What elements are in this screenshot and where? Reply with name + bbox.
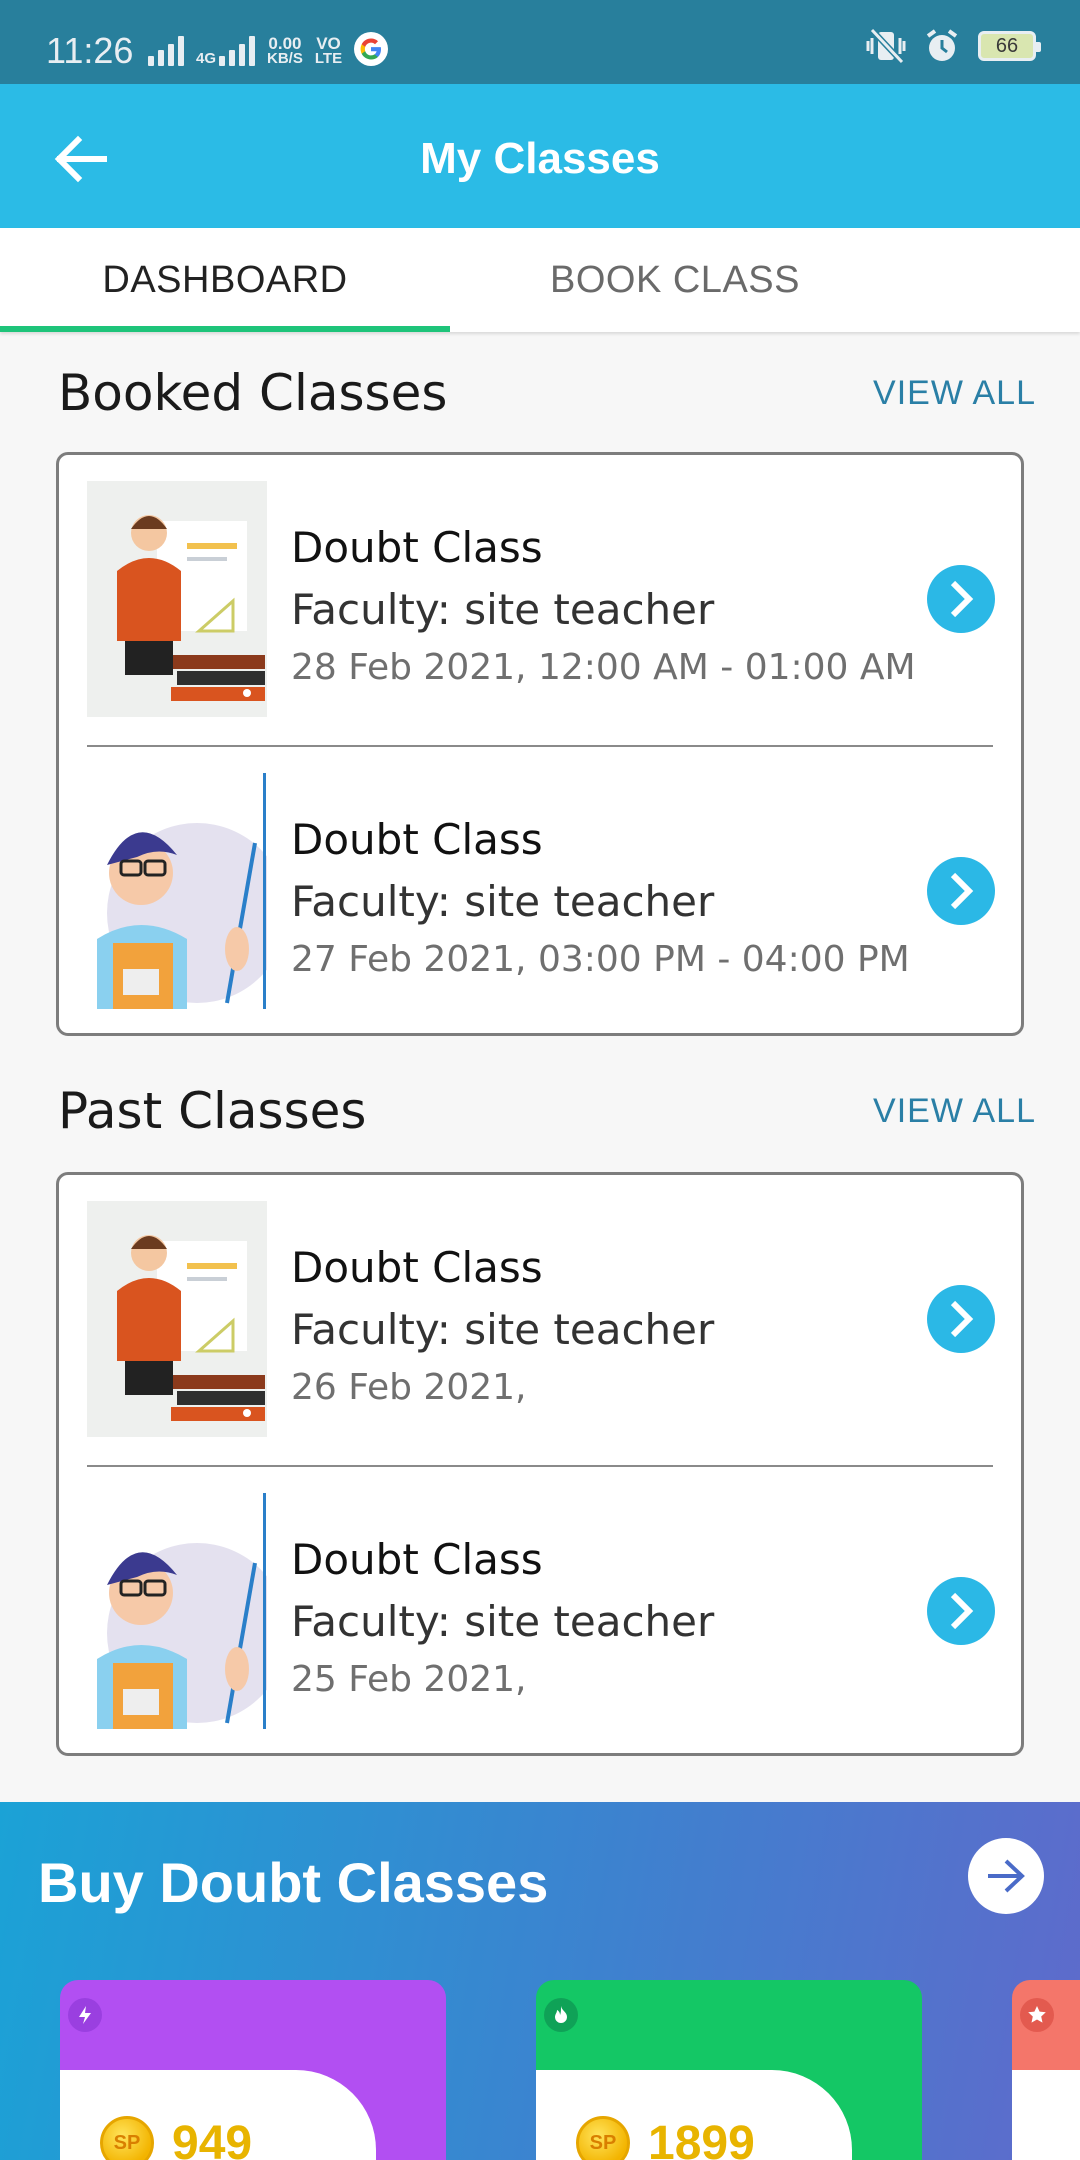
chevron-right-icon	[950, 872, 974, 910]
google-icon	[354, 32, 389, 66]
package-price: 949	[172, 2117, 253, 2160]
signal-4g-icon: 4G	[196, 34, 256, 67]
tab-dashboard[interactable]: DASHBOARD	[0, 228, 450, 332]
battery-level: 66	[995, 34, 1019, 57]
class-date: 28 Feb 2021, 12:00 AM - 01:00 AM	[291, 647, 916, 688]
battery-icon: 66	[978, 31, 1041, 61]
open-class-button[interactable]	[927, 1577, 995, 1645]
net-speed-unit: KB/S	[267, 50, 303, 67]
class-title: Doubt Class	[291, 1243, 543, 1292]
coin-label: SP	[589, 2131, 617, 2154]
teacher-pointer-illustration	[87, 773, 267, 1009]
class-row[interactable]: Doubt Class Faculty: site teacher 26 Feb…	[59, 1175, 1021, 1465]
lightning-icon	[68, 1998, 102, 2032]
class-row[interactable]: Doubt Class Faculty: site teacher 25 Feb…	[59, 1467, 1021, 1757]
teacher-board-illustration	[87, 1201, 267, 1437]
status-time: 11:26	[46, 30, 134, 71]
chevron-right-icon	[950, 1592, 974, 1630]
class-date: 26 Feb 2021,	[291, 1367, 527, 1408]
class-title: Doubt Class	[291, 523, 543, 572]
net-speed: 0.00 KB/S	[267, 34, 303, 67]
class-row[interactable]: Doubt Class Faculty: site teacher 28 Feb…	[59, 455, 1021, 745]
class-faculty: Faculty: site teacher	[291, 585, 715, 634]
promo-title: Buy Doubt Classes	[38, 1851, 549, 1914]
class-faculty: Faculty: site teacher	[291, 1597, 715, 1646]
teacher-board-illustration	[87, 481, 267, 717]
teacher-pointer-illustration	[87, 1493, 267, 1729]
booked-classes-title: Booked Classes	[58, 364, 448, 422]
coin-label: SP	[113, 2131, 141, 2154]
flame-icon	[544, 1998, 578, 2032]
class-date: 25 Feb 2021,	[291, 1659, 527, 1700]
past-view-all-link[interactable]: VIEW ALL	[873, 1092, 1036, 1131]
tab-book-class[interactable]: BOOK CLASS	[450, 228, 900, 332]
class-date: 27 Feb 2021, 03:00 PM - 04:00 PM	[291, 939, 910, 980]
status-right-icons: 66	[866, 28, 1041, 64]
status-left-icons: 4G 0.00 KB/S VO LTE	[148, 32, 389, 67]
buy-doubt-classes-banner: Buy Doubt Classes SP 949 SP 1899	[0, 1802, 1080, 2160]
class-faculty: Faculty: site teacher	[291, 1305, 715, 1354]
promo-open-button[interactable]	[968, 1838, 1044, 1914]
alarm-icon	[926, 29, 958, 61]
package-price-panel	[1012, 2070, 1080, 2160]
class-faculty: Faculty: site teacher	[291, 877, 715, 926]
net-speed-value: 0.00	[268, 34, 302, 53]
package-price: 1899	[648, 2117, 755, 2160]
open-class-button[interactable]	[927, 1285, 995, 1353]
class-title: Doubt Class	[291, 1535, 543, 1584]
volte-bottom: LTE	[314, 50, 343, 67]
page-title: My Classes	[420, 134, 660, 183]
tab-indicator	[0, 326, 450, 332]
status-bar: 11:26 4G 0.00 KB/S VO LTE 66	[0, 0, 1080, 84]
class-title: Doubt Class	[291, 815, 543, 864]
open-class-button[interactable]	[927, 857, 995, 925]
past-classes-title: Past Classes	[58, 1082, 367, 1140]
open-class-button[interactable]	[927, 565, 995, 633]
volte-top: VO	[316, 34, 341, 53]
package-card[interactable]	[1012, 1980, 1080, 2160]
arrow-right-icon	[988, 1859, 1025, 1893]
network-type: 4G	[196, 50, 217, 67]
booked-view-all-link[interactable]: VIEW ALL	[873, 374, 1036, 413]
volte-icon: VO LTE	[314, 34, 343, 67]
chevron-right-icon	[950, 1300, 974, 1338]
signal-icon	[148, 34, 184, 66]
chevron-right-icon	[950, 580, 974, 618]
tab-bar: DASHBOARD BOOK CLASS	[0, 228, 1080, 332]
app-bar: My Classes	[0, 84, 1080, 228]
vibrate-icon	[866, 28, 906, 64]
past-classes-card: Doubt Class Faculty: site teacher 26 Feb…	[56, 1172, 1024, 1756]
screen: 11:26 4G 0.00 KB/S VO LTE 66 My Classes …	[0, 0, 1080, 2160]
package-card[interactable]: SP 949	[60, 1980, 446, 2160]
package-card[interactable]: SP 1899	[536, 1980, 922, 2160]
star-icon	[1020, 1998, 1054, 2032]
class-row[interactable]: Doubt Class Faculty: site teacher 27 Feb…	[59, 747, 1021, 1037]
booked-classes-card: Doubt Class Faculty: site teacher 28 Feb…	[56, 452, 1024, 1036]
